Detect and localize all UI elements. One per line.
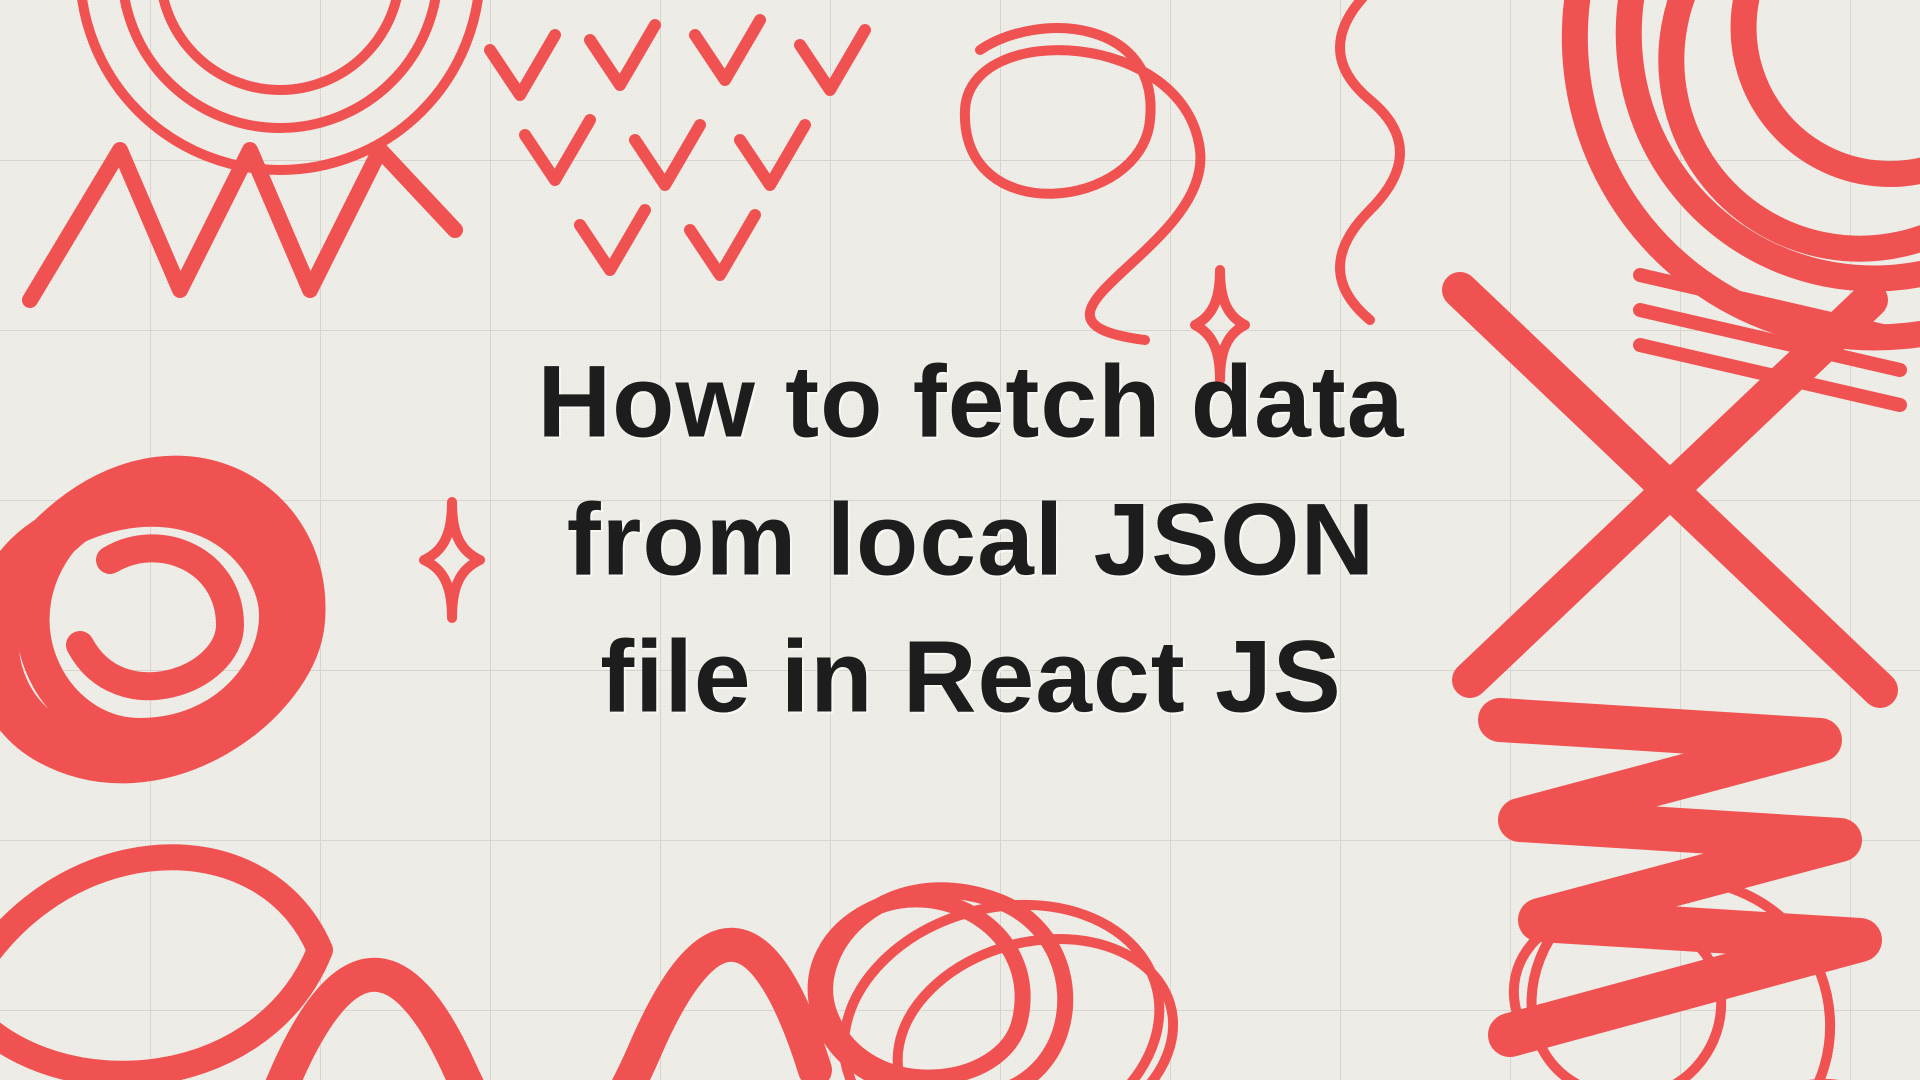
title-line-1: How to fetch data [421,333,1521,471]
title-line-3: file in React JS [421,609,1521,747]
page-title: How to fetch data from local JSON file i… [421,333,1521,746]
title-line-2: from local JSON [421,471,1521,609]
